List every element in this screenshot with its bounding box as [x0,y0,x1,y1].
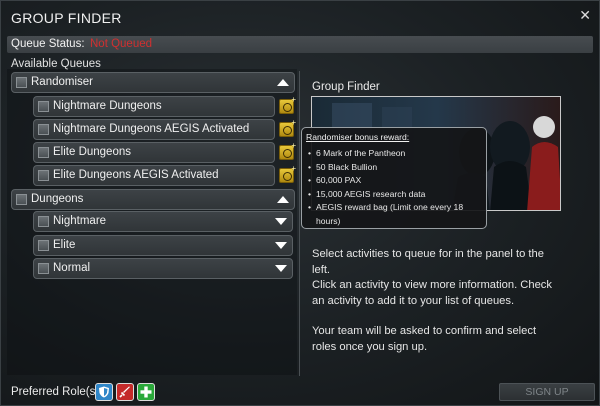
checkbox[interactable] [38,101,49,112]
checkbox[interactable] [38,147,49,158]
queue-group-dungeons[interactable]: Dungeons [11,189,295,210]
checkbox[interactable] [38,124,49,135]
queue-status-bar: Queue Status: Not Queued [7,36,593,53]
bonus-reward-icon[interactable]: + [279,96,296,114]
expand-arrow-icon[interactable] [275,242,287,249]
queue-item-elite[interactable]: Elite [33,235,293,256]
reward-item: 60,000 PAX [306,174,484,188]
queue-item-elite-dungeons[interactable]: Elite Dungeons [33,142,275,163]
queue-item-nightmare-dungeons[interactable]: Nightmare Dungeons [33,96,275,117]
sign-up-button[interactable]: SIGN UP [499,383,595,401]
queue-item-label: Elite [53,239,76,251]
queue-item-nightmare-dungeons-aegis[interactable]: Nightmare Dungeons AEGIS Activated [33,119,275,140]
queue-status-value: Not Queued [90,38,153,50]
reward-item: 6 Mark of the Pantheon [306,147,484,161]
collapse-arrow-icon[interactable] [277,79,289,86]
bonus-reward-tooltip: Randomiser bonus reward: 6 Mark of the P… [301,127,487,229]
dps-role-button[interactable] [116,383,134,401]
close-icon[interactable]: ✕ [579,7,591,24]
checkbox[interactable] [38,216,49,227]
queue-item-label: Nightmare Dungeons [53,100,162,112]
queue-item-label: Nightmare Dungeons AEGIS Activated [53,123,250,135]
info-paragraph: Click an activity to view more informati… [312,279,552,307]
bonus-reward-icon[interactable]: + [279,142,296,160]
sword-icon [119,386,130,398]
expand-arrow-icon[interactable] [275,265,287,272]
shield-icon [99,386,109,398]
panel-divider [299,71,300,376]
queue-item-nightmare[interactable]: Nightmare [33,211,293,232]
reward-list: 6 Mark of the Pantheon 50 Black Bullion … [306,147,484,229]
queue-group-label: Dungeons [31,193,84,205]
window-title: GROUP FINDER [11,10,122,26]
info-panel-title: Group Finder [312,81,380,93]
reward-item: 50 Black Bullion [306,161,484,175]
info-paragraph: Select activities to queue for in the pa… [312,248,544,276]
info-paragraph: Your team will be asked to confirm and s… [312,325,537,353]
tooltip-heading: Randomiser bonus reward: [306,132,410,142]
group-finder-window: GROUP FINDER ✕ Queue Status: Not Queued … [0,0,600,406]
queue-status-label: Queue Status: [11,38,85,50]
healer-role-button[interactable] [137,383,155,401]
queue-item-label: Elite Dungeons AEGIS Activated [53,169,219,181]
checkbox[interactable] [38,240,49,251]
queue-item-normal[interactable]: Normal [33,258,293,279]
plus-icon [140,386,152,398]
reward-item: 15,000 AEGIS research data [306,188,484,202]
checkbox[interactable] [16,194,27,205]
checkbox[interactable] [16,77,27,88]
bonus-reward-icon[interactable]: + [279,119,296,137]
queue-item-label: Nightmare [53,215,107,227]
bonus-reward-icon[interactable]: + [279,165,296,183]
queue-item-elite-dungeons-aegis[interactable]: Elite Dungeons AEGIS Activated [33,165,275,186]
title-bar[interactable]: GROUP FINDER ✕ [1,1,599,33]
checkbox[interactable] [38,170,49,181]
queue-group-randomiser[interactable]: Randomiser [11,72,295,93]
expand-arrow-icon[interactable] [275,218,287,225]
collapse-arrow-icon[interactable] [277,196,289,203]
queue-group-label: Randomiser [31,76,93,88]
queue-item-label: Elite Dungeons [53,146,131,158]
queue-item-label: Normal [53,262,91,274]
checkbox[interactable] [38,263,49,274]
footer-bar: Preferred Role(s): SIGN UP [1,379,599,406]
tank-role-button[interactable] [95,383,113,401]
preferred-roles-label: Preferred Role(s): [11,386,103,398]
reward-item: AEGIS reward bag (Limit one every 18 hou… [306,201,484,228]
